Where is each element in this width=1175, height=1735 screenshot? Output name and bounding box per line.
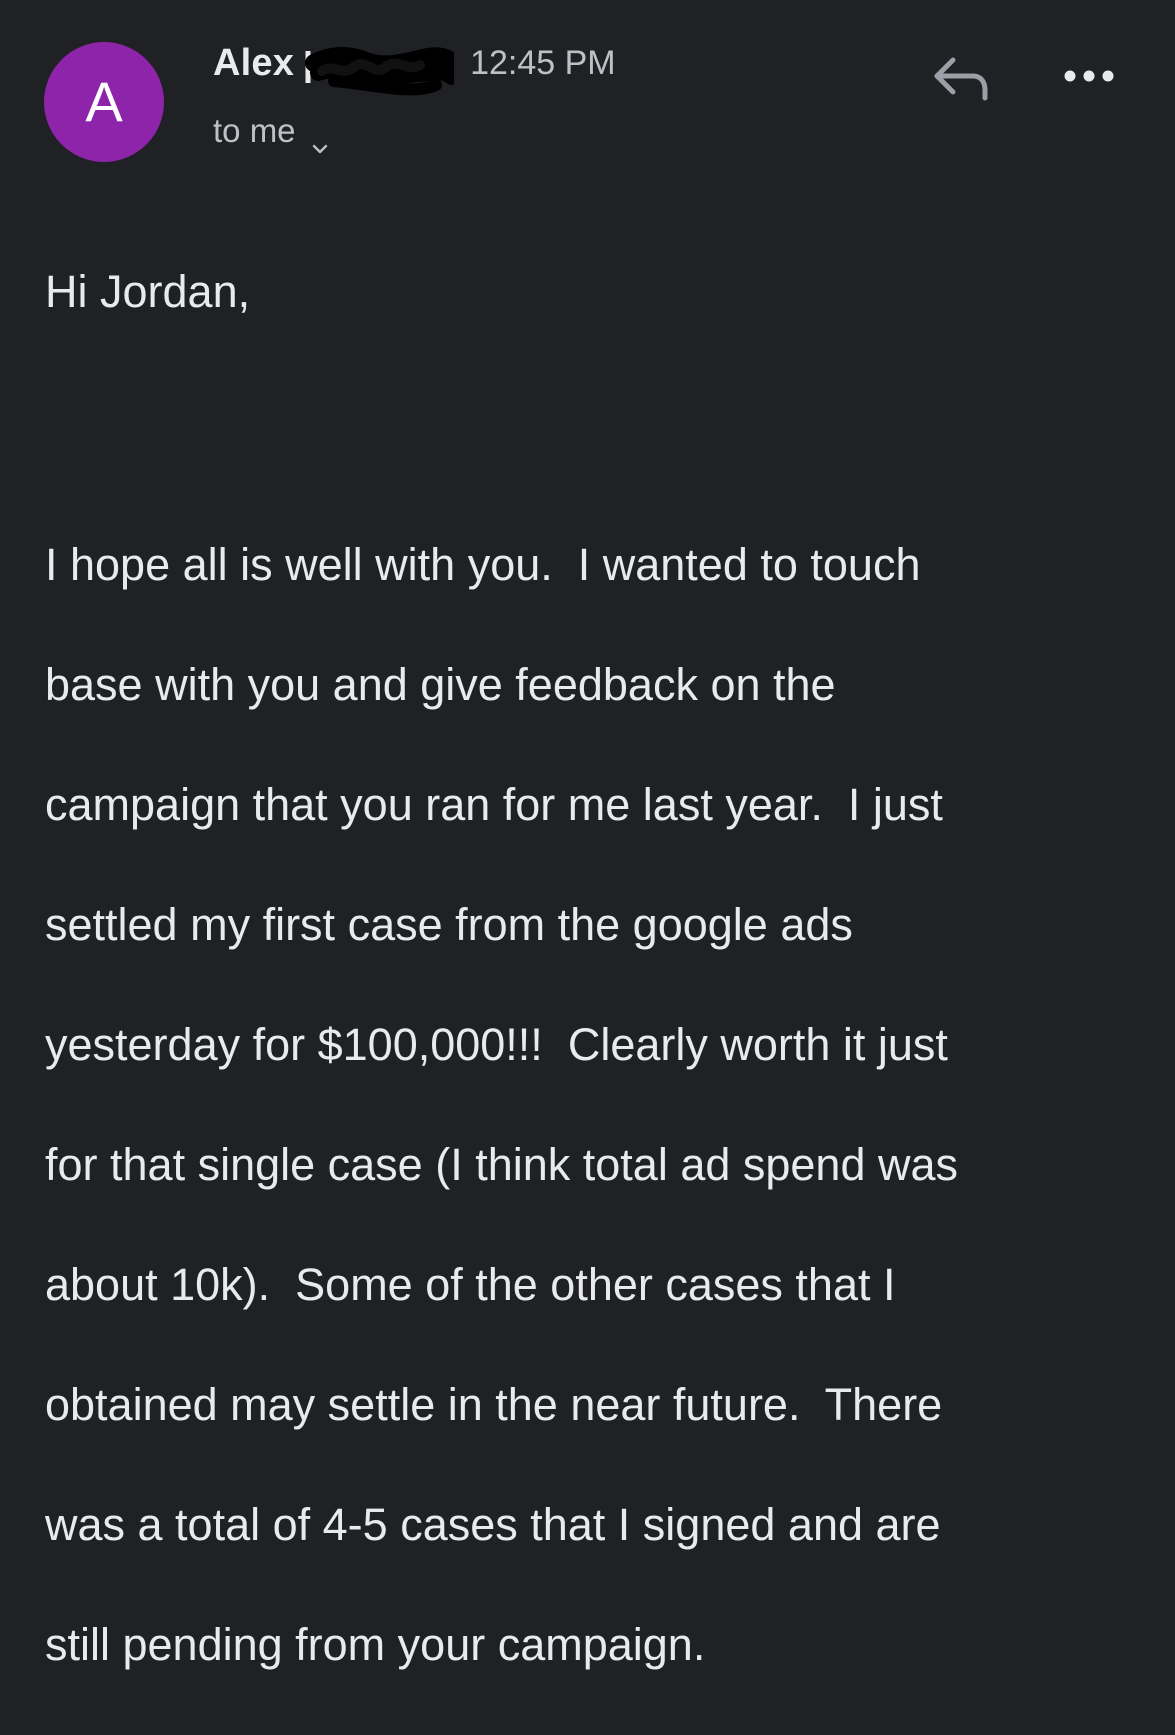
avatar-letter: A [85,70,123,133]
body-line: still pending from your campaign. [45,1619,706,1670]
body-line: base with you and give feedback on the [45,659,836,710]
reply-icon [934,57,988,101]
email-header: A Alex 12:45 PM to me [0,0,1175,190]
body-line: obtained may settle in the near future. … [45,1379,943,1430]
redaction-scribble [304,47,455,96]
body-line: about 10k). Some of the other cases that… [45,1259,896,1310]
body-line: was a total of 4-5 cases that I signed a… [45,1499,941,1550]
recipient-toggle[interactable]: to me [213,110,328,154]
body-line: settled my first case from the google ad… [45,899,853,950]
more-options-button[interactable] [1058,56,1120,96]
email-time: 12:45 PM [470,43,616,82]
more-horizontal-icon [1064,70,1114,82]
email-greeting: Hi Jordan, [45,266,251,317]
email-body: I hope all is well with you. I wanted to… [45,475,1135,1735]
sender-name[interactable]: Alex [213,42,294,85]
sender-avatar[interactable]: A [44,42,164,162]
reply-button[interactable] [927,50,993,108]
body-line: I hope all is well with you. I wanted to… [45,539,921,590]
chevron-down-icon [312,125,328,154]
body-line: for that single case (I think total ad s… [45,1139,959,1190]
body-line: campaign that you ran for me last year. … [45,779,943,830]
body-line: yesterday for $100,000!!! Clearly worth … [45,1019,948,1070]
recipient-label: to me [213,112,296,149]
sender-row: Alex 12:45 PM [213,40,616,96]
